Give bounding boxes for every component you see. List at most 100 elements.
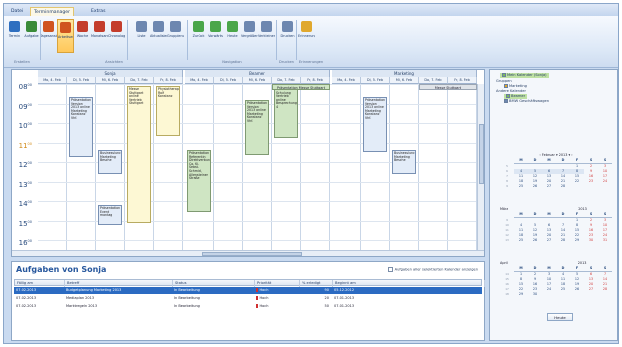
mini-day[interactable]: 2 (584, 164, 598, 169)
all-day-event[interactable]: Präsentation Messe Stuttgart (272, 84, 330, 90)
mini-day[interactable]: 28 (556, 238, 570, 243)
mini-day[interactable]: 6 (542, 169, 556, 174)
mini-day[interactable]: 27 (584, 287, 598, 292)
ribbon-tagesansicht-button[interactable]: Tagesansicht (40, 19, 57, 53)
appointment[interactable]: Interne Schulung Vertrieb online Besprec… (274, 86, 298, 138)
ribbon-monatsansicht-button[interactable]: Monatsansicht (91, 19, 108, 53)
mini-day[interactable]: 2 (528, 272, 542, 277)
mini-day[interactable]: 11 (514, 228, 528, 233)
mini-day[interactable]: 4 (556, 272, 570, 277)
appointment[interactable]: Präsentation Version 2013 online Marketi… (245, 100, 269, 155)
day-header[interactable]: Mi, 6. Feb (390, 77, 419, 84)
mini-day[interactable]: 13 (542, 228, 556, 233)
ribbon-woche-button[interactable]: Woche (74, 19, 91, 53)
scroll-thumb[interactable] (479, 124, 484, 184)
mini-day[interactable]: 28 (598, 287, 612, 292)
mini-day[interactable]: 20 (542, 233, 556, 238)
mini-day[interactable]: 5 (528, 223, 542, 228)
mini-day[interactable]: 7 (556, 223, 570, 228)
task-column-header[interactable]: Beginnt am (333, 280, 485, 287)
mini-day[interactable]: 23 (584, 179, 598, 184)
mini-day[interactable]: 7 (556, 169, 570, 174)
mini-day[interactable]: 27 (542, 184, 556, 189)
ribbon-liste-button[interactable]: Liste (133, 19, 150, 53)
mini-day[interactable]: 11 (514, 174, 528, 179)
mini-day[interactable]: 6 (542, 223, 556, 228)
ribbon-drucken-button[interactable]: Drucken (279, 19, 296, 53)
mini-day[interactable]: 9 (584, 223, 598, 228)
task-row[interactable]: 07.02.2013 Budgetplanung Marketing 2013 In… (14, 287, 482, 294)
day-header[interactable]: Mi, 6. Feb (96, 77, 125, 84)
all-day-event[interactable]: Messe Stuttgart (419, 84, 477, 90)
mini-day[interactable]: 20 (584, 282, 598, 287)
mini-day[interactable]: 3 (598, 164, 612, 169)
day-header[interactable]: Mo, 4. Feb (38, 77, 67, 84)
appointment[interactable]: Physiotherapie Rolf Konstanz (156, 86, 180, 136)
day-header[interactable]: Di, 5. Feb (361, 77, 390, 84)
show-all-tasks-checkbox[interactable]: Aufgaben aller selektierten Kalender anz… (387, 267, 478, 272)
mini-day[interactable]: 2 (584, 218, 598, 223)
mini-day[interactable]: 10 (598, 223, 612, 228)
mini-day[interactable]: 21 (556, 233, 570, 238)
task-column-header[interactable]: % erledigt (300, 280, 333, 287)
appointment[interactable]: Businesslunch Marketing Besche (98, 150, 122, 174)
ribbon-vorw-rts-button[interactable]: Vorwärts (207, 19, 224, 53)
mini-day[interactable]: 13 (542, 174, 556, 179)
mini-day[interactable]: 8 (570, 223, 584, 228)
mini-day[interactable]: 29 (570, 238, 584, 243)
mini-calendar[interactable]: April 2013 M D M D F S S 14 1 2 3 4 5 6 7 15 8 9 10 11 12 13 14 1… (500, 260, 612, 297)
mini-day[interactable]: 12 (528, 174, 542, 179)
mini-day[interactable]: 26 (528, 184, 542, 189)
tab-datei[interactable]: Datei (8, 7, 26, 16)
mini-day[interactable]: 25 (514, 184, 528, 189)
calendar-view[interactable]: Sonja Mo, 4. Feb Di, 5. Feb Mi, 6. Feb Do, 7… (11, 69, 485, 257)
day-header[interactable]: Di, 5. Feb (214, 77, 243, 84)
mini-day[interactable]: 6 (584, 272, 598, 277)
ribbon-gruppierung-button[interactable]: Gruppierung (167, 19, 184, 53)
day-column[interactable] (214, 84, 243, 252)
mini-day[interactable]: 28 (556, 184, 570, 189)
mini-day[interactable]: 24 (542, 287, 556, 292)
appointment[interactable]: Messe Stuttgart online Vertrieb Stuttgar… (127, 86, 151, 223)
mini-day[interactable]: 16 (584, 228, 598, 233)
task-row[interactable]: 07.02.2013 Marktregeln 2013 In Bearbeitung… (14, 303, 482, 310)
horizontal-scrollbar[interactable] (12, 250, 484, 256)
mini-day[interactable]: 1 (514, 272, 528, 277)
mini-day[interactable]: 7 (598, 272, 612, 277)
ribbon-arbeitswoche-button[interactable]: Arbeitswoche (57, 19, 74, 53)
mini-day[interactable]: 23 (528, 287, 542, 292)
mini-day[interactable]: 14 (556, 174, 570, 179)
tree-item[interactable]: BMW Geschäftswagen (504, 99, 549, 104)
mini-day[interactable]: 30 (528, 292, 542, 297)
mini-calendar[interactable]: März 2013 M D M D F S S 9 1 2 3 10 4 5 6 7 8 9 10 11 11 12 13 14 1… (500, 206, 612, 243)
mini-day[interactable]: 21 (598, 282, 612, 287)
next-month-icon[interactable]: ▾ › (567, 153, 572, 157)
mini-day[interactable]: 20 (542, 179, 556, 184)
ribbon-termin-button[interactable]: Termin (6, 19, 23, 53)
mini-day[interactable]: 10 (542, 277, 556, 282)
mini-day[interactable]: 1 (570, 164, 584, 169)
mini-day[interactable]: 18 (556, 282, 570, 287)
day-header[interactable]: Mo, 4. Feb (332, 77, 361, 84)
mini-day[interactable]: 24 (598, 233, 612, 238)
ribbon-verkleinern-button[interactable]: Verkleinern (258, 19, 275, 53)
mini-day[interactable]: 14 (556, 228, 570, 233)
mini-day[interactable]: 4 (514, 223, 528, 228)
mini-day[interactable]: 17 (598, 228, 612, 233)
appointment[interactable]: Präsentation Event montag (98, 205, 122, 225)
mini-day[interactable]: 31 (598, 238, 612, 243)
mini-day[interactable]: 3 (542, 272, 556, 277)
day-header[interactable]: Mo, 4. Feb (185, 77, 214, 84)
mini-day[interactable]: 17 (598, 174, 612, 179)
mini-calendar[interactable]: ‹ Februar ▾ 2013 ▾ › M D M D F S S 5 1 2 3 6 4 5 6 7 8 9 10… (500, 152, 612, 189)
mini-day[interactable]: 5 (570, 272, 584, 277)
mini-day[interactable]: 3 (598, 218, 612, 223)
mini-day[interactable]: 15 (570, 228, 584, 233)
day-header[interactable]: Do, 7. Feb (125, 77, 154, 84)
tab-extras[interactable]: Extras (88, 7, 109, 16)
mini-day[interactable]: 12 (570, 277, 584, 282)
vertical-scrollbar[interactable] (477, 84, 484, 252)
appointment[interactable]: Präsentation Referentin Direktverbund Co… (187, 150, 211, 212)
mini-day[interactable]: 26 (528, 238, 542, 243)
task-row[interactable]: 07.02.2013 Mediaplan 2013 In Bearbeitung Ho… (14, 295, 482, 302)
